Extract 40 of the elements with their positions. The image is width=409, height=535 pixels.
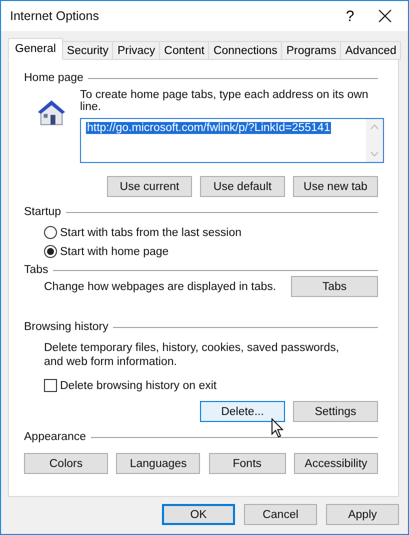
tab[interactable]: Content <box>160 41 210 60</box>
window-title: Internet Options <box>10 9 100 23</box>
description-text: Delete temporary files, history, cookies, saved passwords, and web form information. <box>44 341 340 369</box>
radio-label: Start with home page <box>60 246 169 258</box>
group-heading: Home page <box>24 72 84 84</box>
push-button[interactable]: Use default <box>200 176 285 197</box>
help-button[interactable]: ? <box>330 2 370 30</box>
radio-button[interactable] <box>44 245 57 258</box>
push-button[interactable]: Use new tab <box>293 176 378 197</box>
address-field[interactable]: http://go.microsoft.com/fwlink/p/?LinkId=255141 <box>80 118 384 163</box>
tab[interactable]: Privacy <box>113 41 160 60</box>
close-icon[interactable] <box>378 9 392 23</box>
description-text: Change how webpages are displayed in tabs. <box>44 280 276 292</box>
push-button[interactable]: Accessibility <box>294 453 378 474</box>
push-button[interactable]: Languages <box>116 453 200 474</box>
tab[interactable]: General <box>8 38 63 60</box>
push-button[interactable]: Fonts <box>208 453 286 474</box>
push-button[interactable]: Settings <box>293 401 378 422</box>
tab[interactable]: Advanced <box>341 41 402 60</box>
push-button[interactable]: Use current <box>107 176 192 197</box>
tab[interactable]: Programs <box>282 41 342 60</box>
dialog-button[interactable]: OK <box>162 504 235 525</box>
push-button[interactable]: Delete... <box>200 401 285 422</box>
dialog-button[interactable]: Cancel <box>244 504 317 525</box>
radio-label: Start with tabs from the last session <box>60 226 242 238</box>
group-heading: Browsing history <box>24 321 108 333</box>
push-button[interactable]: Colors <box>24 453 108 474</box>
checkbox-label: Delete browsing history on exit <box>60 380 217 392</box>
group-heading: Appearance <box>24 431 86 443</box>
tab[interactable]: Connections <box>209 41 282 60</box>
mouse-pointer-icon <box>271 418 284 438</box>
tab[interactable]: Security <box>62 41 114 60</box>
scroll-bar[interactable] <box>366 119 383 162</box>
instruction-text: To create home page tabs, type each address on its own line. <box>80 89 370 113</box>
group-heading: Tabs <box>24 264 48 276</box>
dialog-button[interactable]: Apply <box>326 504 399 525</box>
tabs-button[interactable]: Tabs <box>291 276 378 297</box>
radio-button[interactable] <box>44 226 57 239</box>
group-heading: Startup <box>24 206 62 218</box>
checkbox[interactable] <box>44 379 57 392</box>
